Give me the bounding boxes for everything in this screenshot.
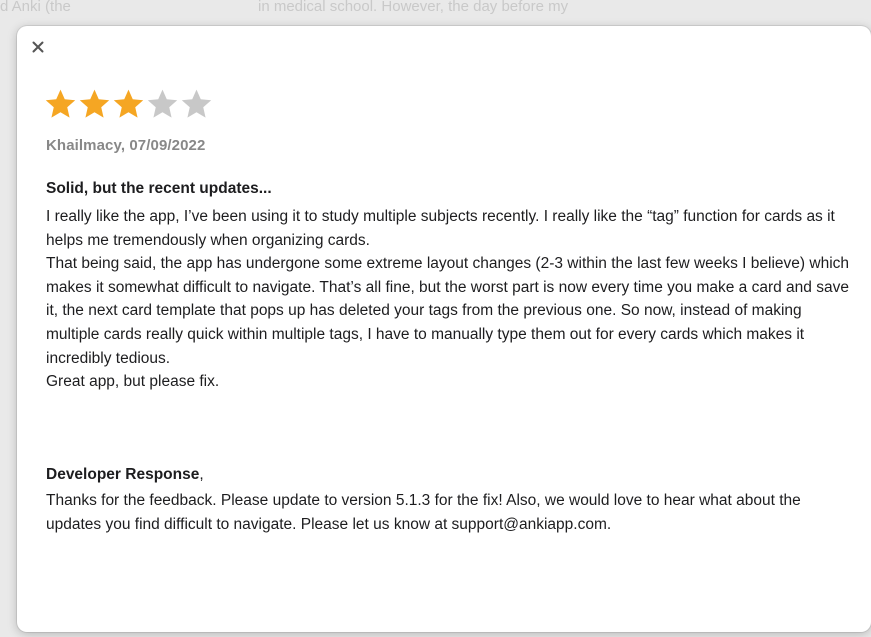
background-text-right: in medical school. However, the day befo… xyxy=(258,0,569,15)
star-rating xyxy=(44,88,213,121)
developer-response-label: Developer Response xyxy=(46,466,200,483)
reviewer-name-date: Khailmacy, 07/09/2022 xyxy=(46,137,206,154)
review-title: Solid, but the recent updates... xyxy=(46,180,272,197)
close-button[interactable] xyxy=(27,36,49,58)
review-paragraph: I really like the app, I’ve been using i… xyxy=(46,208,835,249)
star-filled-icon xyxy=(113,89,144,118)
star-empty-icon xyxy=(147,89,178,118)
star-filled-icon xyxy=(79,89,110,118)
star-empty-icon xyxy=(181,89,212,118)
developer-response-comma: , xyxy=(199,466,204,483)
review-body: I really like the app, I’ve been using i… xyxy=(46,205,856,394)
close-icon xyxy=(32,41,44,53)
review-paragraph: That being said, the app has undergone s… xyxy=(46,255,850,367)
background-text-left: d Anki (the xyxy=(0,0,71,15)
developer-response-heading: Developer Response, xyxy=(46,466,204,484)
review-modal: Khailmacy, 07/09/2022 Solid, but the rec… xyxy=(17,26,871,632)
developer-response-text: Thanks for the feedback. Please update t… xyxy=(46,492,801,533)
star-filled-icon xyxy=(45,89,76,118)
review-paragraph: Great app, but please fix. xyxy=(46,373,220,391)
